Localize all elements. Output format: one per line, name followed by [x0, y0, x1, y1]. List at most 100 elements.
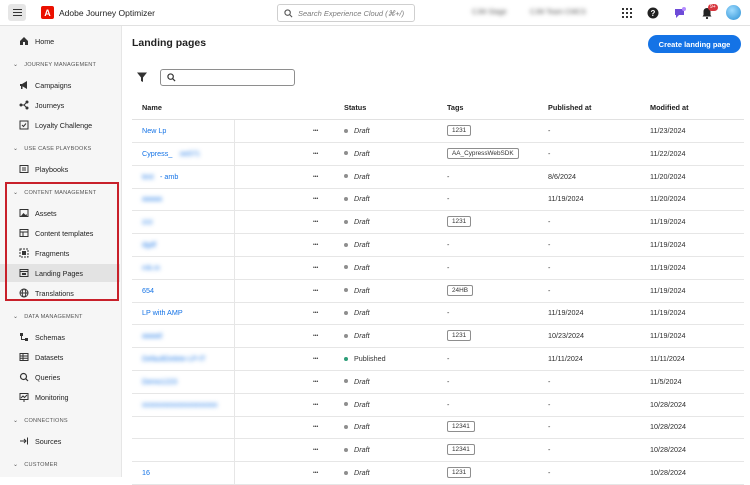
sidebar-item-queries[interactable]: Queries — [0, 368, 120, 386]
table-row[interactable]: aaaaa ••• Draft - 11/19/2024 11/20/2024 — [132, 188, 744, 212]
tag-chip[interactable]: 1231 — [447, 125, 472, 136]
table-row[interactable]: ••• Draft 12341 - 10/28/2024 — [132, 416, 744, 440]
create-landing-page-button[interactable]: Create landing page — [648, 35, 741, 53]
app-title[interactable]: Adobe Journey Optimizer — [59, 8, 155, 18]
tag-chip[interactable]: 1231 — [447, 467, 472, 478]
section-use-case-playbooks[interactable]: ⌄ USE CASE PLAYBOOKS — [13, 145, 91, 153]
status-dot-icon — [344, 379, 348, 384]
published-at-cell: - — [548, 399, 551, 409]
section-journey-management[interactable]: ⌄ JOURNEY MANAGEMENT — [13, 61, 96, 69]
row-name-link[interactable]: LP with AMP — [142, 308, 183, 317]
modified-at-cell: 11/5/2024 — [650, 376, 682, 386]
table-row[interactable]: dgdf ••• Draft - - 11/19/2024 — [132, 234, 744, 257]
sidebar-item-sources[interactable]: Sources — [0, 432, 120, 450]
status-dot-icon — [344, 242, 348, 247]
column-header-tags[interactable]: Tags — [447, 103, 464, 112]
sidebar-item-schemas[interactable]: Schemas — [0, 328, 120, 346]
table-search-input[interactable] — [160, 69, 295, 86]
more-actions-icon[interactable]: ••• — [313, 265, 318, 271]
row-name-link[interactable]: 654 — [142, 286, 154, 295]
tag-chip[interactable]: 12341 — [447, 444, 475, 456]
redacted-name-text: dgdf — [142, 240, 156, 249]
more-actions-icon[interactable]: ••• — [313, 379, 318, 385]
table-row[interactable]: 16 ••• Draft 1231 - 10/28/2024 — [132, 462, 744, 485]
published-at-cell: - — [548, 445, 551, 455]
sidebar-item-campaigns[interactable]: Campaigns — [0, 76, 120, 94]
table-row[interactable]: - amb test ••• Draft - 8/6/2024 11/20/2024 — [132, 165, 744, 189]
org-name[interactable]: CJM Stage — [472, 9, 507, 16]
published-at-cell: 8/6/2024 — [548, 171, 576, 181]
more-actions-icon[interactable]: ••• — [313, 470, 318, 476]
notification-badge: 9+ — [708, 4, 718, 11]
sidebar-item-journeys[interactable]: Journeys — [0, 96, 120, 114]
modified-at-cell: 11/23/2024 — [650, 126, 686, 135]
tags-cell: - — [447, 194, 450, 204]
published-at-cell: - — [548, 126, 551, 135]
apps-grid-icon[interactable] — [621, 7, 633, 19]
sidebar-item-home[interactable]: Home — [0, 32, 120, 50]
tag-chip[interactable]: 1231 — [447, 330, 472, 342]
tag-chip[interactable]: 12341 — [447, 421, 475, 433]
column-header-modified-at[interactable]: Modified at — [650, 103, 689, 112]
table-row[interactable]: LP with AMP ••• Draft - 11/19/2024 11/19/2024 — [132, 302, 744, 326]
more-actions-icon[interactable]: ••• — [313, 288, 318, 294]
more-actions-icon[interactable]: ••• — [313, 151, 318, 157]
help-icon[interactable]: ? — [647, 7, 659, 19]
sidebar-item-loyalty-challenge[interactable]: Loyalty Challenge — [0, 116, 120, 134]
more-actions-icon[interactable]: ••• — [313, 128, 318, 134]
section-data-management[interactable]: ⌄ DATA MANAGEMENT — [13, 313, 83, 321]
more-actions-icon[interactable]: ••• — [313, 424, 318, 430]
published-at-cell: - — [548, 285, 551, 295]
more-actions-icon[interactable]: ••• — [313, 219, 318, 225]
row-name-link[interactable]: - amb — [160, 172, 178, 181]
column-divider — [234, 120, 235, 142]
global-search-input[interactable]: Search Experience Cloud (⌘+/) — [277, 4, 415, 22]
section-connections[interactable]: ⌄ CONNECTIONS — [13, 417, 68, 425]
user-avatar[interactable] — [726, 5, 741, 20]
redacted-name-text: zzz — [142, 217, 153, 227]
row-name-link[interactable]: 16 — [142, 468, 150, 477]
table-row[interactable]: rnk.m ••• Draft - - 11/19/2024 — [132, 256, 744, 280]
status-badge: Draft — [344, 468, 370, 477]
hamburger-menu-icon[interactable] — [8, 4, 26, 21]
more-actions-icon[interactable]: ••• — [313, 447, 318, 453]
tag-chip[interactable]: AA_CypressWebSDK — [447, 147, 519, 159]
status-text: Draft — [354, 240, 370, 249]
table-row[interactable]: Cypress_ ee071 ••• Draft AA_CypressWebSDK - 11… — [132, 142, 744, 166]
more-actions-icon[interactable]: ••• — [313, 402, 318, 408]
row-name-link[interactable]: New Lp — [142, 126, 166, 135]
status-dot-icon — [344, 333, 348, 338]
section-customer[interactable]: ⌄ CUSTOMER — [13, 461, 58, 469]
table-row[interactable]: 654 ••• Draft 24HB - 11/19/2024 — [132, 279, 744, 303]
sandbox-name[interactable]: CJM Team CMCS — [530, 9, 586, 16]
sidebar-item-datasets[interactable]: Datasets — [0, 348, 120, 366]
column-header-status[interactable]: Status — [344, 103, 366, 112]
table-row[interactable]: aaaad ••• Draft 1231 10/23/2024 11/19/2024 — [132, 325, 744, 349]
more-actions-icon[interactable]: ••• — [313, 196, 318, 202]
row-name-link[interactable]: Cypress_ — [142, 149, 172, 158]
table-row[interactable]: DefaultDelete-LP-IT ••• Published - 11/11/20… — [132, 348, 744, 371]
more-actions-icon[interactable]: ••• — [313, 242, 318, 248]
table-row[interactable]: ••• Draft 12341 - 10/28/2024 — [132, 439, 744, 463]
modified-at-cell: 11/19/2024 — [650, 308, 686, 318]
status-badge: Draft — [344, 331, 370, 340]
more-actions-icon[interactable]: ••• — [313, 174, 318, 180]
tag-chip[interactable]: 24HB — [447, 284, 473, 296]
sidebar-item-playbooks[interactable]: Playbooks — [0, 160, 120, 178]
more-actions-icon[interactable]: ••• — [313, 333, 318, 339]
more-actions-icon[interactable]: ••• — [313, 356, 318, 362]
table-row[interactable]: Demo1223 ••• Draft - - 11/5/2024 — [132, 370, 744, 394]
table-row[interactable]: New Lp ••• Draft 1231 - 11/23/2024 — [132, 120, 744, 143]
table-row[interactable]: xxxxxxxxxxxxxxxxxxxxx ••• Draft - - 10/28/202… — [132, 393, 744, 417]
sources-icon — [18, 436, 29, 447]
sidebar-item-monitoring[interactable]: Monitoring — [0, 388, 120, 406]
feedback-icon[interactable] — [674, 7, 686, 19]
column-header-name[interactable]: Name — [142, 103, 162, 112]
home-icon — [18, 36, 29, 47]
more-actions-icon[interactable]: ••• — [313, 310, 318, 316]
column-header-published-at[interactable]: Published at — [548, 103, 591, 112]
filter-icon[interactable] — [137, 72, 147, 83]
tag-chip[interactable]: 1231 — [447, 216, 472, 228]
table-row[interactable]: zzz ••• Draft 1231 - 11/19/2024 — [132, 211, 744, 235]
search-icon — [284, 8, 293, 17]
